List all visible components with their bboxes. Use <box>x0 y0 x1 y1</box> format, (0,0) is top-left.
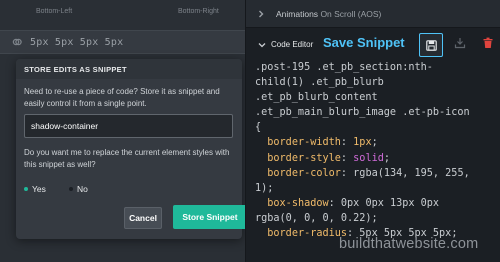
radio-yes-label: Yes <box>32 184 46 194</box>
trash-icon[interactable] <box>482 37 494 49</box>
code-brace: { <box>255 122 262 134</box>
radio-no-label: No <box>77 184 88 194</box>
radio-yes[interactable]: Yes <box>24 183 54 195</box>
code-selector-line: .post-195 .et_pb_section:nth- <box>255 62 433 73</box>
import-icon[interactable] <box>454 37 466 49</box>
store-snippet-button[interactable]: Store Snippet <box>173 205 247 229</box>
save-snippet-button[interactable] <box>419 33 443 57</box>
css-code-block[interactable]: .post-195 .et_pb_section:nth- child(1) .… <box>255 60 500 256</box>
bottom-left-label: Bottom-Left <box>36 8 73 15</box>
dialog-header: STORE EDITS AS SNIPPET <box>16 59 242 79</box>
corner-labels: Bottom-Left Bottom-Right <box>0 8 245 20</box>
code-value: rgba(134, 195, 255, <box>353 167 470 179</box>
watermark-text: buildthatwebsite.com <box>339 236 479 252</box>
settings-panel: Bottom-Left Bottom-Right 5px 5px 5px 5px… <box>0 0 247 262</box>
store-snippet-dialog: STORE EDITS AS SNIPPET Need to re-use a … <box>16 59 247 239</box>
code-property: box-shadow <box>267 197 329 209</box>
code-value: 1px <box>353 137 372 149</box>
code-property: border-width <box>267 137 341 149</box>
radio-dot <box>69 187 73 191</box>
code-selector-line: child(1) .et_pb_blurb <box>255 77 384 89</box>
dialog-description: Need to re-use a piece of code? Store it… <box>24 87 220 108</box>
border-radius-value: 5px 5px 5px 5px <box>30 37 124 48</box>
code-value-cont: rgba(0, 0, 0, 0.22) <box>255 212 372 224</box>
code-property: border-style <box>267 152 341 164</box>
animations-section[interactable]: Animations On Scroll (AOS) <box>246 0 500 28</box>
code-editor-header: Code Editor Save Snippet <box>246 30 500 58</box>
editor-panel: Animations On Scroll (AOS) Code Editor S… <box>245 0 500 262</box>
snippet-name-input[interactable] <box>24 114 233 138</box>
code-value-cont: 1) <box>255 182 268 194</box>
code-property: border-color <box>267 167 341 179</box>
animations-title: Animations On Scroll (AOS) <box>276 9 382 19</box>
radio-dot-selected <box>24 187 28 191</box>
code-value: solid <box>353 152 384 164</box>
chevron-right-icon <box>259 10 264 18</box>
code-property: border-radius <box>267 228 348 240</box>
chevron-down-icon[interactable] <box>258 41 266 49</box>
save-icon <box>426 40 437 51</box>
save-snippet-annotation: Save Snippet <box>323 35 405 50</box>
cancel-button[interactable]: Cancel <box>124 207 162 229</box>
code-value: 0px 0px 13px 0px <box>340 197 440 209</box>
link-icon[interactable] <box>12 37 22 47</box>
replace-question: Do you want me to replace the current el… <box>24 148 230 169</box>
radio-no[interactable]: No <box>69 183 99 195</box>
code-editor-title: Code Editor <box>271 40 314 49</box>
border-radius-field[interactable]: 5px 5px 5px 5px <box>0 30 245 54</box>
code-selector-line: .et_pb_blurb_content <box>255 92 378 104</box>
bottom-right-label: Bottom-Right <box>178 8 219 15</box>
code-selector-line: .et_pb_main_blurb_image .et-pb-icon <box>255 107 470 119</box>
dialog-title: STORE EDITS AS SNIPPET <box>24 65 127 74</box>
